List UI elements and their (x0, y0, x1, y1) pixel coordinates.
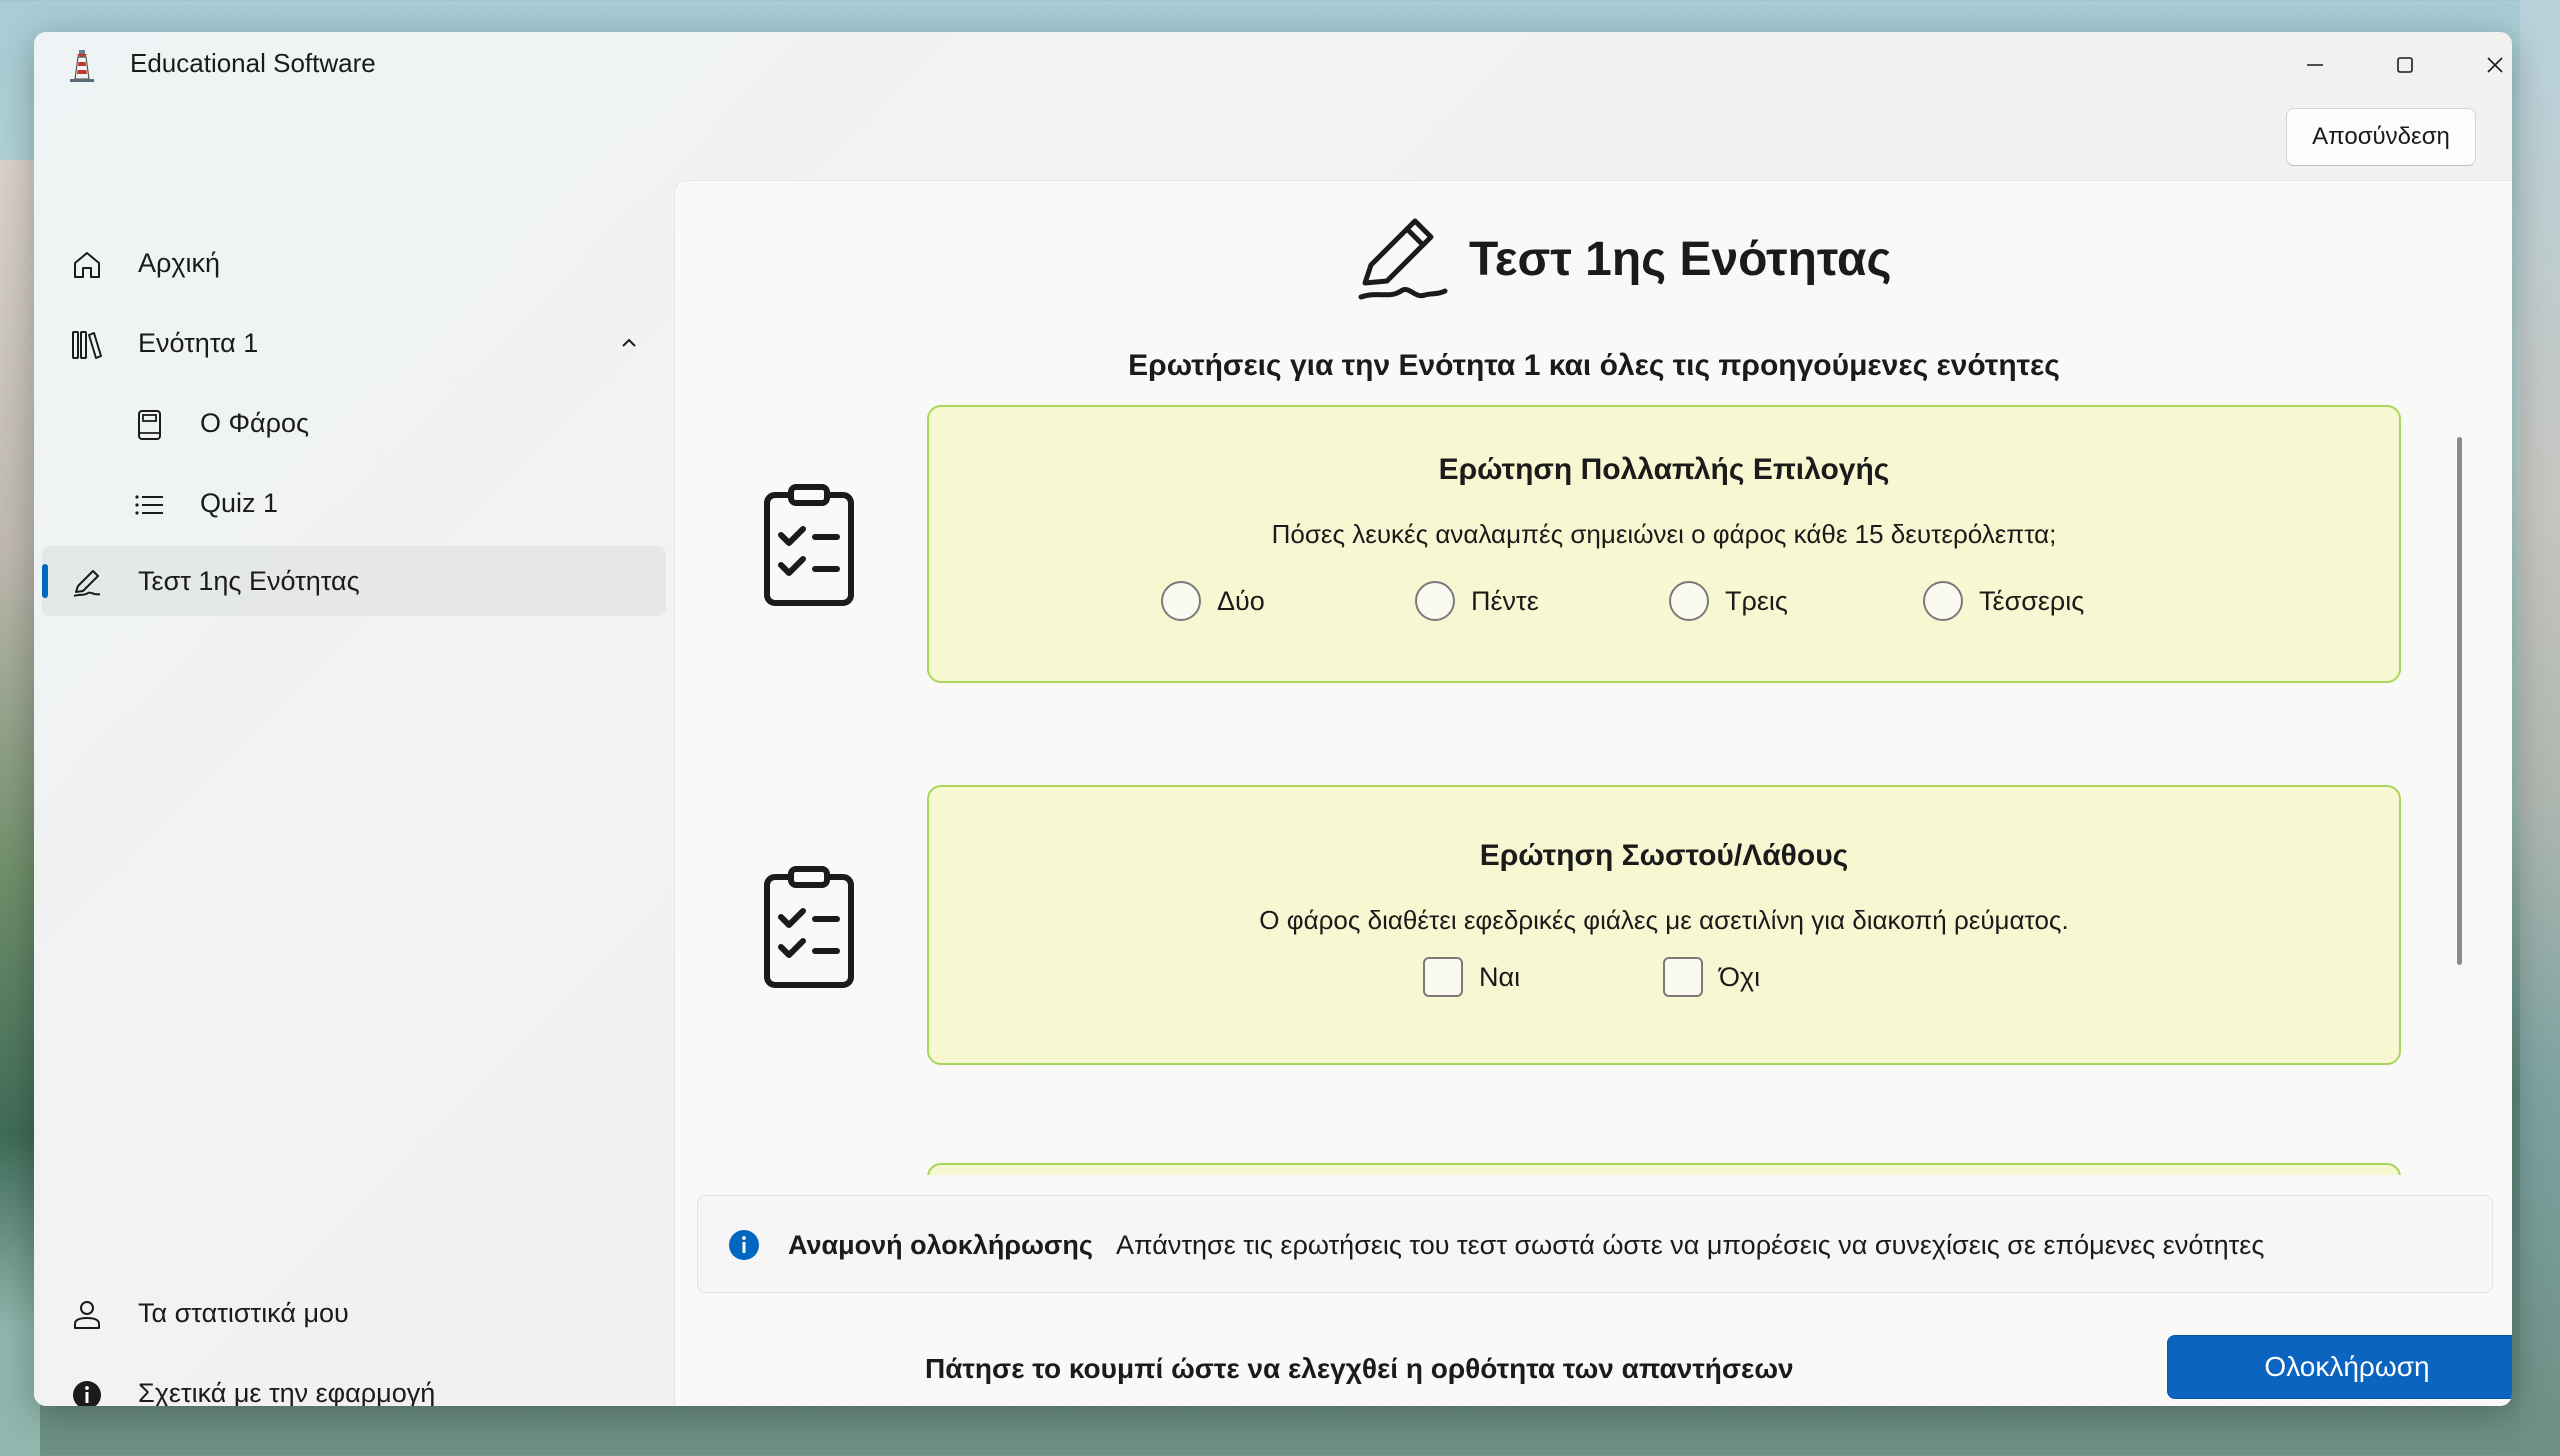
sidebar-item-label: Ενότητα 1 (138, 327, 259, 358)
selection-indicator (42, 564, 48, 598)
radio-button[interactable] (1415, 581, 1455, 621)
question-title: Ερώτηση Πολλαπλής Επιλογής (1438, 453, 1890, 486)
checkbox[interactable] (1663, 957, 1703, 997)
sidebar-item-my-stats[interactable]: Τα στατιστικά μου (42, 1278, 666, 1348)
sidebar-item-label: Τα στατιστικά μου (138, 1297, 349, 1328)
footer-hint: Πάτησε το κουμπί ώστε να ελεγχθεί η ορθό… (925, 1353, 1794, 1384)
option-label: Ναι (1479, 961, 1521, 992)
content-panel: Τεστ 1ης Ενότητας Ερωτήσεις για την Ενότ… (674, 180, 2512, 1406)
question-card-true-false: Ερώτηση Σωστού/Λάθους Ο φάρος διαθέτει ε… (927, 785, 2401, 1065)
sidebar-item-section-1[interactable]: Ενότητα 1 (42, 308, 666, 378)
question-card-multiple-choice: Ερώτηση Πολλαπλής Επιλογής Πόσες λευκές … (927, 405, 2401, 683)
option-checkbox-yes[interactable]: Ναι (1423, 957, 1520, 997)
home-icon (74, 252, 100, 278)
clipboard-checklist-icon (764, 866, 854, 988)
vertical-scrollbar[interactable] (2457, 437, 2462, 965)
sidebar-item-section-test[interactable]: Τεστ 1ης Ενότητας (42, 546, 666, 616)
checkbox[interactable] (1423, 957, 1463, 997)
option-checkbox-no[interactable]: Όχι (1663, 957, 1760, 997)
page-header: Τεστ 1ης Ενότητας (1355, 209, 1891, 309)
sidebar-item-home[interactable]: Αρχική (42, 228, 666, 298)
sidebar-item-lighthouse[interactable]: Ο Φάρος (42, 388, 666, 458)
signature-icon (1358, 218, 1448, 300)
info-icon (73, 1381, 101, 1406)
sidebar-item-label: Σχετικά με την εφαρμογή (138, 1377, 436, 1407)
sidebar-item-label: Quiz 1 (200, 487, 279, 518)
option-radio-three[interactable]: Τρεις (1669, 581, 1788, 621)
option-label: Όχι (1719, 961, 1761, 992)
option-label: Πέντε (1471, 585, 1539, 616)
close-icon (2487, 57, 2503, 73)
list-icon (135, 495, 163, 515)
title-bar: Educational Software (34, 32, 2512, 98)
minimize-button[interactable] (2270, 32, 2360, 98)
lighthouse-icon (70, 50, 94, 82)
desktop-wallpaper-right (2520, 0, 2560, 1456)
info-bar-message: Απάντησε τις ερωτήσεις του τεστ σωστά ώσ… (1116, 1230, 2265, 1260)
library-icon (72, 331, 102, 359)
option-radio-four[interactable]: Τέσσερις (1923, 581, 2084, 621)
close-button[interactable] (2450, 32, 2512, 98)
logout-button[interactable]: Αποσύνδεση (2286, 108, 2476, 166)
clipboard-checklist-icon (764, 484, 854, 606)
sidebar-item-quiz-1[interactable]: Quiz 1 (42, 468, 666, 538)
question-title: Ερώτηση Σωστού/Λάθους (1479, 839, 1849, 872)
page-title: Τεστ 1ης Ενότητας (1469, 232, 1892, 286)
maximize-button[interactable] (2360, 32, 2450, 98)
radio-button[interactable] (1669, 581, 1709, 621)
option-radio-five[interactable]: Πέντε (1415, 581, 1539, 621)
info-bar-title: Αναμονή ολοκλήρωσης (788, 1230, 1093, 1260)
radio-button[interactable] (1923, 581, 1963, 621)
sidebar-item-label: Τεστ 1ης Ενότητας (138, 565, 360, 596)
maximize-icon (2397, 57, 2413, 73)
sidebar-item-label: Αρχική (138, 247, 221, 278)
info-icon (729, 1230, 759, 1260)
signature-icon (73, 570, 101, 597)
option-label: Τρεις (1725, 585, 1788, 616)
option-label: Τέσσερις (1979, 585, 2085, 616)
option-label: Δύο (1217, 585, 1265, 616)
person-icon (74, 1301, 100, 1329)
minimize-icon (2307, 64, 2323, 66)
sidebar-item-label: Ο Φάρος (200, 407, 310, 438)
app-window: Educational Software Αποσύνδεση Αρχική Ε… (34, 32, 2512, 1406)
chevron-up-icon[interactable] (618, 332, 640, 354)
info-bar: Αναμονή ολοκλήρωσης Απάντησε τις ερωτήσε… (697, 1195, 2493, 1293)
radio-button[interactable] (1161, 581, 1201, 621)
option-radio-two[interactable]: Δύο (1161, 581, 1265, 621)
page-subtitle: Ερωτήσεις για την Ενότητα 1 και όλες τις… (1128, 349, 2060, 382)
question-text: Πόσες λευκές αναλαμπές σημειώνει ο φάρος… (1271, 519, 2057, 549)
sidebar-item-about[interactable]: Σχετικά με την εφαρμογή (42, 1358, 666, 1406)
book-icon (138, 410, 161, 440)
finish-button[interactable]: Ολοκλήρωση (2167, 1335, 2512, 1399)
app-title: Educational Software (130, 48, 376, 78)
question-text: Ο φάρος διαθέτει εφεδρικές φιάλες με ασε… (1259, 905, 2069, 935)
